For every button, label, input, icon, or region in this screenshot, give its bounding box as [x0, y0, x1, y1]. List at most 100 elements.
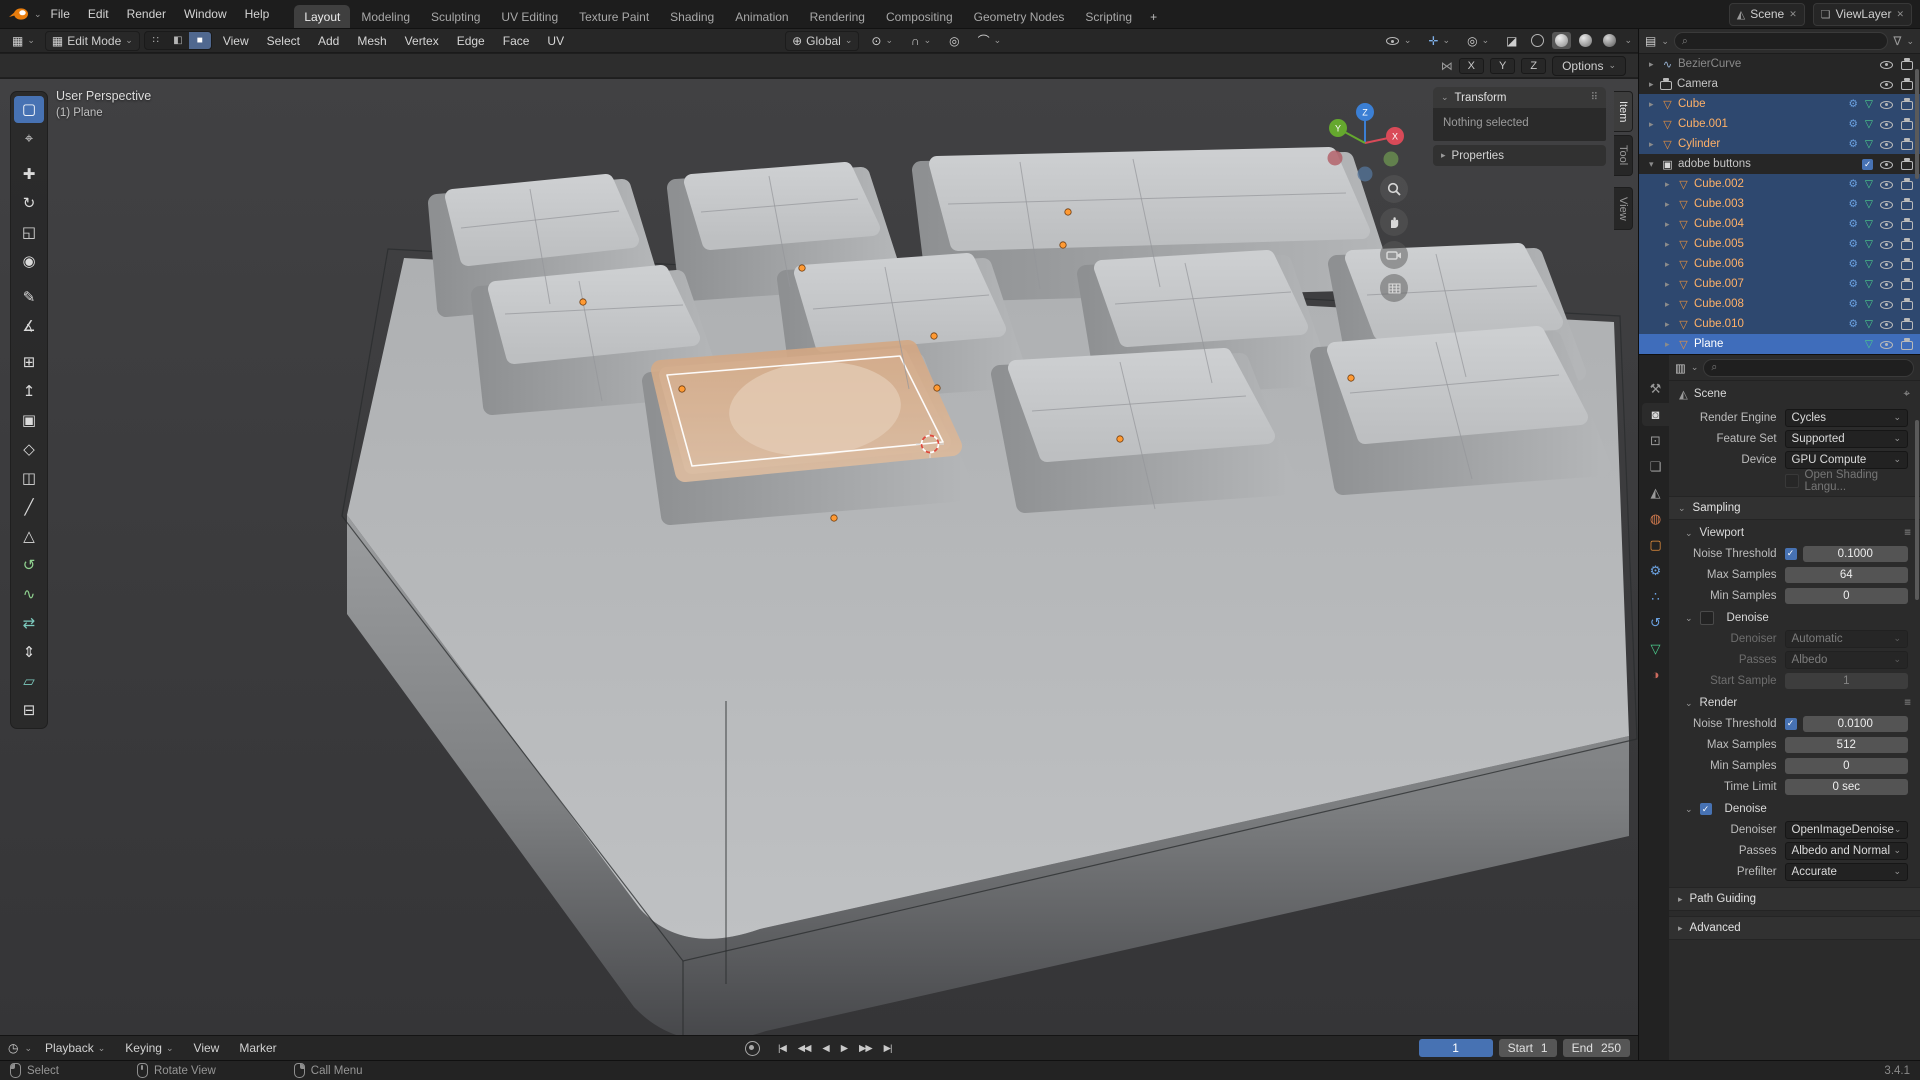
disclosure-triangle[interactable]: ▸ [1665, 339, 1676, 350]
visibility-eye-icon[interactable] [1880, 118, 1894, 130]
proportional-editing-toggle[interactable]: ◎ [943, 32, 965, 50]
outliner-search-input[interactable]: ⌕ [1673, 32, 1889, 50]
tool-rotate[interactable]: ↻ [14, 190, 44, 217]
render-subsection-header[interactable]: ⌄ Render ≡ [1669, 693, 1920, 713]
mesh-data-icon[interactable]: ▽ [1865, 118, 1873, 130]
modifier-icon[interactable]: ⚙ [1849, 118, 1858, 130]
render-visibility-camera-icon[interactable] [1901, 218, 1915, 230]
outliner-row-cube006[interactable]: ▸ ▽ Cube.006 ⚙ ▽ [1639, 254, 1920, 274]
visibility-eye-icon[interactable] [1880, 58, 1894, 70]
modifier-icon[interactable]: ⚙ [1849, 218, 1858, 230]
edge-select-mode-button[interactable]: ◧ [167, 32, 189, 49]
workspace-tab-layout[interactable]: Layout [294, 5, 351, 28]
marker-menu[interactable]: Marker [232, 1039, 283, 1057]
tool-inset-faces[interactable]: ▣ [14, 407, 44, 434]
outliner-row-cube007[interactable]: ▸ ▽ Cube.007 ⚙ ▽ [1639, 274, 1920, 294]
zoom-button[interactable] [1380, 175, 1408, 203]
time-limit-field[interactable]: 0 sec [1784, 778, 1908, 795]
tab-view-layer-properties[interactable]: ❏ [1642, 455, 1669, 478]
workspace-tab-rendering[interactable]: Rendering [800, 5, 875, 28]
unlink-view-layer-icon[interactable]: ✕ [1896, 9, 1904, 20]
render-min-samples-field[interactable]: 0 [1784, 757, 1908, 774]
orthographic-toggle-button[interactable] [1380, 274, 1408, 302]
feature-set-dropdown[interactable]: Supported ⌄ [1784, 429, 1908, 448]
tool-knife[interactable]: ╱ [14, 494, 44, 521]
tab-particle-properties[interactable]: ∴ [1642, 585, 1669, 608]
workspace-tab-shading[interactable]: Shading [660, 5, 724, 28]
visibility-eye-icon[interactable] [1880, 278, 1894, 290]
render-denoise-checkbox[interactable]: ✓ [1699, 803, 1712, 815]
jump-to-end-button[interactable]: ▶| [880, 1040, 896, 1057]
mesh-data-icon[interactable]: ▽ [1865, 318, 1873, 330]
osl-checkbox[interactable] [1784, 473, 1799, 488]
chevron-down-icon[interactable]: ⌄ [1661, 36, 1669, 47]
render-visibility-camera-icon[interactable] [1901, 238, 1915, 250]
end-frame-field[interactable]: End 250 [1562, 1039, 1630, 1057]
modifier-icon[interactable]: ⚙ [1849, 178, 1858, 190]
3d-viewport[interactable]: User Perspective (1) Plane ▢ ⌖ ✚ ↻ ◱ ◉ ✎… [0, 79, 1638, 1035]
tab-modifier-properties[interactable]: ⚙ [1642, 559, 1669, 582]
mesh-data-icon[interactable]: ▽ [1865, 238, 1873, 250]
render-visibility-camera-icon[interactable] [1901, 258, 1915, 270]
workspace-tab-geometry-nodes[interactable]: Geometry Nodes [964, 5, 1075, 28]
render-visibility-camera-icon[interactable] [1901, 178, 1915, 190]
tab-view[interactable]: View [1614, 186, 1633, 231]
outliner-row-cube005[interactable]: ▸ ▽ Cube.005 ⚙ ▽ [1639, 234, 1920, 254]
disclosure-triangle[interactable]: ▸ [1649, 79, 1660, 90]
tab-object-properties[interactable]: ▢ [1642, 533, 1669, 556]
jump-to-start-button[interactable]: |◀ [774, 1040, 790, 1057]
workspace-tab-uv-editing[interactable]: UV Editing [491, 5, 568, 28]
shading-rendered-button[interactable] [1600, 32, 1619, 49]
menu-render[interactable]: Render [118, 4, 175, 24]
mesh-data-icon[interactable]: ▽ [1865, 278, 1873, 290]
menu-view[interactable]: View [216, 32, 256, 50]
proportional-falloff-dropdown[interactable]: ⌒ ⌄ [972, 30, 1008, 51]
add-workspace-button[interactable]: + [1143, 5, 1164, 28]
menu-help[interactable]: Help [236, 4, 279, 24]
outliner-row-beziercurve[interactable]: ▸ ∿ BezierCurve [1639, 54, 1920, 74]
render-visibility-camera-icon[interactable] [1901, 198, 1915, 210]
outliner-row-cube004[interactable]: ▸ ▽ Cube.004 ⚙ ▽ [1639, 214, 1920, 234]
mesh-data-icon[interactable]: ▽ [1865, 298, 1873, 310]
tab-item[interactable]: Item [1614, 91, 1633, 133]
workspace-tab-sculpting[interactable]: Sculpting [421, 5, 490, 28]
visibility-eye-icon[interactable] [1880, 298, 1894, 310]
outliner-scrollbar[interactable] [1915, 69, 1919, 179]
disclosure-triangle[interactable]: ▸ [1649, 59, 1660, 70]
menu-vertex[interactable]: Vertex [398, 32, 446, 50]
viewport-passes-dropdown[interactable]: Albedo ⌄ [1784, 650, 1908, 669]
camera-view-button[interactable] [1380, 241, 1408, 269]
previous-keyframe-button[interactable]: ◀◀ [794, 1040, 815, 1057]
menu-window[interactable]: Window [175, 4, 236, 24]
menu-uv[interactable]: UV [540, 32, 571, 50]
render-denoise-header[interactable]: ⌄ ✓ Denoise [1669, 799, 1920, 819]
start-frame-field[interactable]: Start 1 [1498, 1039, 1557, 1057]
properties-scrollbar[interactable] [1915, 420, 1919, 600]
workspace-tab-animation[interactable]: Animation [725, 5, 798, 28]
chevron-down-icon[interactable]: ⌄ [24, 1043, 32, 1054]
scene-selector[interactable]: ◭ Scene ✕ [1728, 2, 1805, 26]
visibility-eye-icon[interactable] [1880, 98, 1894, 110]
render-noise-threshold-field[interactable]: 0.0100 [1802, 715, 1908, 732]
pan-button[interactable] [1380, 208, 1408, 236]
modifier-icon[interactable]: ⚙ [1849, 238, 1858, 250]
tool-measure[interactable]: ∡ [14, 313, 44, 340]
unlink-scene-icon[interactable]: ✕ [1789, 9, 1797, 20]
visibility-eye-icon[interactable] [1880, 318, 1894, 330]
transform-panel-header[interactable]: ⌄ Transform ⠿ [1433, 87, 1606, 108]
play-button[interactable]: ▶ [837, 1040, 851, 1057]
tab-scene-properties[interactable]: ◭ [1642, 481, 1669, 504]
shading-solid-button[interactable] [1552, 32, 1572, 49]
render-denoiser-dropdown[interactable]: OpenImageDenoise ⌄ [1784, 820, 1909, 839]
outliner-row-plane[interactable]: ▸ ▽ Plane ▽ [1639, 334, 1920, 354]
tab-physics-properties[interactable]: ↺ [1642, 611, 1669, 634]
modifier-icon[interactable]: ⚙ [1849, 198, 1858, 210]
auto-keying-record-button[interactable] [745, 1040, 760, 1056]
chevron-down-icon[interactable]: ⌄ [34, 9, 42, 20]
blender-logo-icon[interactable] [8, 6, 30, 22]
presets-icon[interactable]: ≡ [1904, 527, 1911, 539]
properties-panel-header[interactable]: ▸ Properties [1433, 145, 1606, 166]
viewport-noise-threshold-checkbox[interactable]: ✓ [1784, 547, 1797, 560]
tool-extrude-region[interactable]: ↥ [14, 378, 44, 405]
render-visibility-camera-icon[interactable] [1901, 98, 1915, 110]
